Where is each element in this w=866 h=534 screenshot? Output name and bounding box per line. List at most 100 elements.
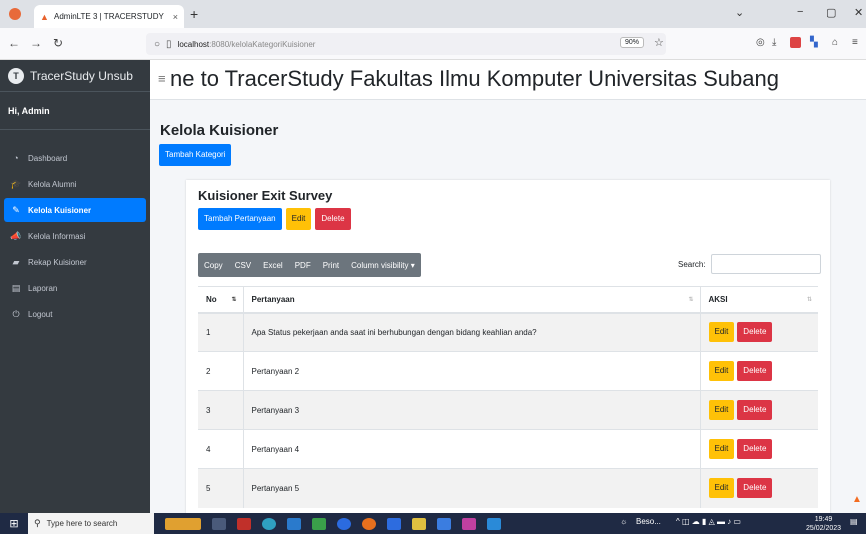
column-header-no[interactable]: No ⇅ [198, 286, 243, 314]
row-edit-button[interactable]: Edit [708, 322, 735, 343]
row-delete-button[interactable]: Delete [737, 322, 773, 343]
extension-2-icon[interactable]: ▚ [810, 37, 821, 48]
print-button[interactable]: Print [317, 261, 345, 270]
questionnaire-card: Kuisioner Exit Survey Tambah Pertanyaan … [186, 180, 830, 513]
extension-icon[interactable] [790, 37, 801, 48]
card-title: Kuisioner Exit Survey [198, 188, 333, 203]
sidebar-item-laporan[interactable]: ▤ Laporan [4, 276, 146, 300]
os-taskbar: ⊞ ⚲ Type here to search ☼ Beso... ^ ◫ ☁ … [0, 513, 866, 534]
edit-category-button[interactable]: Edit [285, 208, 312, 230]
folder-icon: ▰ [12, 256, 20, 267]
row-actions: Edit Delete [699, 390, 818, 430]
row-delete-button[interactable]: Delete [737, 361, 773, 381]
copy-button[interactable]: Copy [198, 261, 229, 270]
browser-tab-bar: ▲ AdminLTE 3 | TRACERSTUDY × + ⌄ − ▢ ✕ [0, 0, 866, 28]
window-close-icon[interactable]: ✕ [854, 6, 863, 19]
firefox-app-icon[interactable] [362, 517, 376, 530]
column-header-pertanyaan[interactable]: Pertanyaan ⇅ [242, 286, 700, 314]
system-tray-icons[interactable]: ^ ◫ ☁ ▮ ◬ ▬ ♪ ▭ [676, 517, 741, 526]
row-delete-button[interactable]: Delete [737, 478, 773, 499]
delete-category-button[interactable]: Delete [315, 208, 351, 230]
minimize-icon[interactable]: − [797, 6, 803, 18]
sidebar-item-kelola-informasi[interactable]: 📣 Kelola Informasi [4, 224, 146, 248]
search-input[interactable] [710, 254, 821, 274]
table-header-row: No ⇅ Pertanyaan ⇅ AKSI ⇅ [198, 286, 818, 314]
sidebar-item-kelola-alumni[interactable]: 🎓 Kelola Alumni [4, 172, 146, 196]
row-edit-button[interactable]: Edit [708, 400, 735, 420]
weather-icon[interactable]: ☼ [620, 517, 627, 526]
word-app-icon[interactable] [437, 517, 451, 530]
sidebar-item-label: Logout [28, 309, 53, 319]
edit-icon: ✎ [12, 204, 20, 215]
pocket-icon[interactable]: ◎ [756, 37, 767, 48]
illustrator-app-icon[interactable] [237, 517, 251, 530]
tab-list-icon[interactable]: ⌄ [735, 6, 744, 19]
column-header-aksi[interactable]: AKSI ⇅ [699, 286, 818, 314]
address-bar-row: ← → ↻ ○ ▯ localhost :8080/kelolaKategori… [0, 28, 866, 60]
explorer-app-icon[interactable] [412, 517, 426, 530]
hamburger-menu-icon[interactable]: ≡ [158, 71, 166, 86]
shield-icon: ○ [154, 38, 161, 50]
table-row: 4 Pertanyaan 4 Edit Delete [198, 429, 818, 469]
taskbar-clock[interactable]: 19:49 25/02/2023 [806, 515, 841, 533]
sidebar-item-label: Laporan [28, 283, 58, 293]
dashboard-icon: ◔ [13, 153, 19, 163]
search-icon: ⚲ [34, 518, 41, 528]
forward-icon[interactable]: → [30, 36, 42, 50]
browser-tab[interactable]: ▲ AdminLTE 3 | TRACERSTUDY × [34, 5, 184, 28]
top-navbar: ≡ ne to TracerStudy Fakultas Ilmu Komput… [150, 60, 866, 100]
row-question: Pertanyaan 5 [242, 468, 700, 508]
page-icon: ▯ [166, 38, 172, 50]
row-edit-button[interactable]: Edit [708, 439, 735, 459]
row-actions: Edit Delete [699, 312, 818, 352]
account-icon[interactable]: ⌂ [832, 37, 843, 48]
column-visibility-button[interactable]: Column visibility ▾ [345, 261, 421, 270]
questions-table: No ⇅ Pertanyaan ⇅ AKSI ⇅ 1 Apa Status peker… [198, 286, 818, 508]
photos-app-icon[interactable] [462, 517, 476, 530]
add-question-button[interactable]: Tambah Pertanyaan [198, 208, 282, 230]
add-category-button[interactable]: Tambah Kategori [159, 144, 232, 166]
vscode-app-icon[interactable] [487, 517, 501, 530]
store-app-icon[interactable] [387, 517, 401, 530]
taskbar-search-input[interactable]: ⚲ Type here to search [28, 513, 154, 534]
pdf-button[interactable]: PDF [289, 261, 317, 270]
url-input[interactable]: ○ ▯ localhost :8080/kelolaKategoriKuisio… [146, 33, 666, 55]
excel-button[interactable]: Excel [257, 261, 289, 270]
new-tab-button[interactable]: + [190, 6, 198, 22]
table-row: 1 Apa Status pekerjaan anda saat ini ber… [198, 312, 818, 352]
brand-link[interactable]: T TracerStudy Unsub [0, 60, 150, 92]
excel-app-icon[interactable] [312, 517, 326, 530]
card-actions: Tambah Pertanyaan Edit Delete [198, 208, 351, 230]
sidebar-item-rekap-kuisioner[interactable]: ▰ Rekap Kuisioner [4, 250, 146, 274]
task-view-icon[interactable] [212, 517, 226, 530]
zoom-level[interactable]: 90% [620, 37, 645, 48]
weather-text[interactable]: Beso... [636, 517, 661, 526]
row-question: Apa Status pekerjaan anda saat ini berhu… [242, 312, 700, 352]
sidebar-item-kelola-kuisioner[interactable]: ✎ Kelola Kuisioner [4, 198, 146, 222]
notification-icon[interactable]: ▤ [850, 517, 858, 526]
row-edit-button[interactable]: Edit [708, 361, 735, 381]
csv-button[interactable]: CSV [229, 261, 257, 270]
tab-close-icon[interactable]: × [173, 12, 178, 22]
power-icon: ⏻ [12, 308, 20, 319]
edge-app-icon[interactable] [262, 517, 276, 530]
table-row: 2 Pertanyaan 2 Edit Delete [198, 351, 818, 391]
back-icon[interactable]: ← [8, 36, 20, 50]
bookmark-star-icon[interactable]: ☆ [654, 36, 664, 49]
mail-app-icon[interactable] [287, 517, 301, 530]
menu-icon[interactable]: ≡ [852, 37, 863, 48]
row-question: Pertanyaan 3 [242, 390, 700, 430]
maximize-icon[interactable]: ▢ [826, 6, 836, 19]
row-delete-button[interactable]: Delete [737, 439, 773, 459]
sidebar-item-dashboard[interactable]: ◔ Dashboard [4, 146, 146, 170]
row-delete-button[interactable]: Delete [737, 400, 773, 420]
row-edit-button[interactable]: Edit [708, 478, 735, 499]
download-icon[interactable]: ⤓ [772, 37, 783, 48]
chrome-app-icon[interactable] [337, 517, 351, 530]
sidebar-item-logout[interactable]: ⏻ Logout [4, 302, 146, 326]
row-number: 3 [198, 390, 243, 430]
windows-start-icon[interactable]: ⊞ [0, 517, 28, 530]
brand-name: TracerStudy Unsub [30, 68, 133, 83]
graduation-cap-icon: 🎓 [10, 178, 22, 189]
reload-icon[interactable]: ↻ [53, 36, 63, 50]
